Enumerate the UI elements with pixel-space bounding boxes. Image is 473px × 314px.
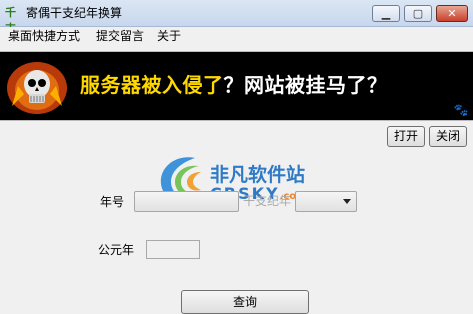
paw-icon: 🐾 — [453, 103, 469, 117]
window-title: 寄偶干支纪年换算 — [26, 6, 123, 20]
maximize-icon: ▢ — [412, 7, 424, 20]
close-window-button[interactable]: ✕ — [436, 5, 468, 22]
banner-text-1: 服务器被入侵了 — [80, 73, 224, 97]
ad-year-input[interactable] — [146, 240, 200, 259]
menu-item-desktop-shortcut[interactable]: 桌面快捷方式 — [8, 27, 80, 46]
close-icon: ✕ — [447, 7, 457, 20]
banner-headline: 服务器被入侵了？网站被挂马了？ — [80, 72, 388, 98]
open-button[interactable]: 打开 — [387, 126, 425, 147]
close-button[interactable]: 关闭 — [429, 126, 467, 147]
ad-year-label: 公元年 — [98, 243, 135, 257]
menu-item-about[interactable]: 关于 — [157, 27, 181, 46]
minimize-icon: ▁ — [381, 7, 391, 20]
ganzhi-label: 干支纪年 — [243, 194, 292, 208]
maximize-button[interactable]: ▢ — [404, 5, 432, 22]
ganzhi-combo[interactable] — [295, 191, 357, 212]
banner-text-2: 网站被挂马了 — [244, 73, 367, 97]
minimize-button[interactable]: ▁ — [372, 5, 400, 22]
ad-banner[interactable]: 服务器被入侵了？网站被挂马了？ 🐾 — [0, 51, 473, 121]
app-icon: 千支 — [5, 6, 16, 35]
watermark-cn: 非凡软件站 — [210, 164, 306, 186]
title-bar[interactable]: 千支 寄偶干支纪年换算 ▁ ▢ ✕ — [0, 0, 473, 35]
query-button[interactable]: 查询 — [181, 290, 309, 314]
banner-question-2: ？ — [367, 73, 388, 97]
menu-item-submit-message[interactable]: 提交留言 — [96, 27, 144, 46]
menu-bar: 桌面快捷方式 提交留言 关于 — [0, 27, 473, 46]
year-combo[interactable] — [134, 191, 239, 212]
banner-question-1: ？ — [223, 73, 244, 97]
year-label: 年号 — [100, 195, 125, 209]
skull-flame-icon — [7, 62, 67, 114]
chevron-down-icon — [343, 199, 351, 204]
